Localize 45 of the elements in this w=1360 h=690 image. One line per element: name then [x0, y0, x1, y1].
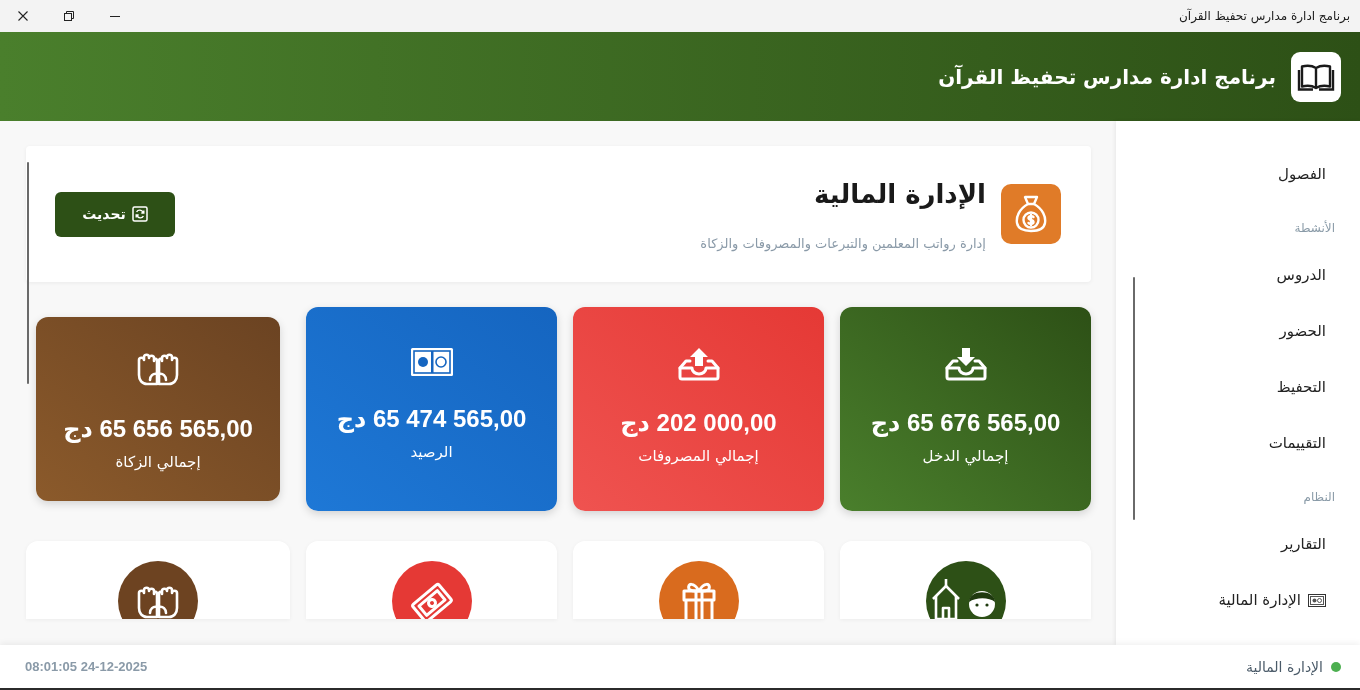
- stat-amount: 65 656 565,00 دج: [63, 414, 253, 445]
- banknote-icon: [409, 347, 454, 377]
- status-datetime: 08:01:05 24-12-2025: [25, 659, 148, 674]
- stat-label: الرصيد: [410, 442, 453, 463]
- book-icon: [1291, 51, 1341, 102]
- refresh-button[interactable]: تحديث: [55, 191, 175, 237]
- tray-download-icon: [943, 347, 988, 381]
- status-dot-icon: [1331, 661, 1341, 672]
- open-hands-icon: [136, 351, 180, 387]
- sidebar-item[interactable]: الحضور: [1279, 322, 1326, 340]
- stat-label: إجمالي الزكاة: [115, 452, 201, 473]
- sidebar-item[interactable]: التقييمات: [1268, 434, 1326, 452]
- page-title: الإدارة المالية: [814, 178, 986, 211]
- stat-label: إجمالي الدخل: [922, 446, 1009, 467]
- window-title: برنامج ادارة مدارس تحفيظ القرآن: [1179, 9, 1351, 23]
- tray-upload-icon: [676, 347, 721, 381]
- sidebar-item[interactable]: التقارير: [1280, 535, 1326, 553]
- sidebar-item[interactable]: الفصول: [1278, 165, 1326, 183]
- scrollbar-thumb[interactable]: [27, 162, 29, 384]
- module-card[interactable]: [306, 541, 557, 619]
- stat-amount: 65 474 565,00 دج: [336, 404, 527, 435]
- stat-label: إجمالي المصروفات: [638, 446, 759, 467]
- house-person-icon: [925, 561, 1006, 619]
- scrollbar-thumb[interactable]: [1133, 277, 1135, 520]
- close-icon: [18, 11, 28, 21]
- page-subtitle: إدارة رواتب المعلمين والتبرعات والمصروفات والزكاة: [700, 235, 986, 254]
- section-label: الأنشطة: [1294, 219, 1335, 237]
- module-card[interactable]: [26, 541, 290, 619]
- section-label: النظام: [1303, 489, 1335, 506]
- money-bag-icon: [1001, 184, 1061, 244]
- stat-amount: 202 000,00 دج: [620, 408, 777, 439]
- open-hands-icon: [118, 561, 198, 619]
- module-card[interactable]: [840, 541, 1091, 619]
- sidebar-item[interactable]: الإدارة المالية: [1218, 591, 1326, 609]
- stat-amount: 65 676 565,00 دج: [870, 408, 1061, 439]
- banknote-icon: [1308, 593, 1326, 607]
- sidebar-item[interactable]: التحفيظ: [1276, 378, 1326, 396]
- refresh-icon: [131, 206, 148, 222]
- restore-icon: [64, 11, 74, 21]
- sidebar-item[interactable]: الدروس: [1276, 266, 1326, 284]
- gift-icon: [658, 561, 739, 619]
- app-title: برنامج ادارة مدارس تحفيظ القرآن: [938, 64, 1276, 89]
- banknote-icon: [391, 561, 472, 619]
- status-page-label: الإدارة المالية: [1245, 658, 1323, 675]
- minimize-icon: [110, 15, 120, 17]
